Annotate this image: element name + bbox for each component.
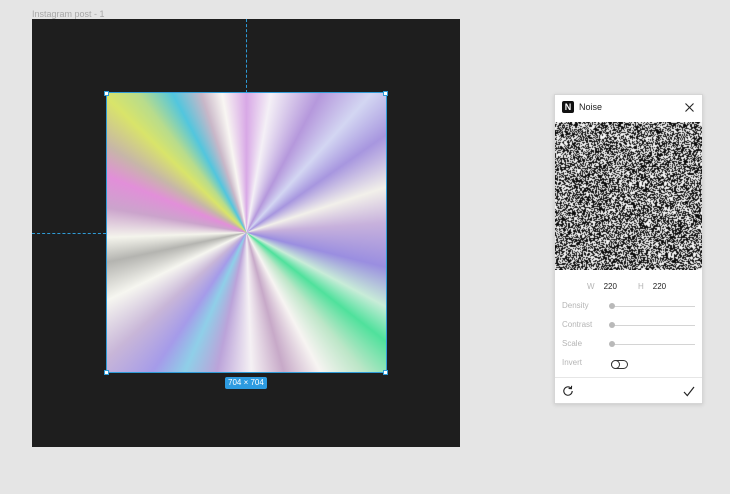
height-label: H bbox=[638, 282, 644, 291]
horizontal-guide bbox=[32, 233, 106, 234]
density-label: Density bbox=[562, 301, 589, 310]
invert-label: Invert bbox=[562, 358, 583, 367]
resize-handle-top-left[interactable] bbox=[104, 91, 109, 96]
resize-handle-bottom-left[interactable] bbox=[104, 370, 109, 375]
selected-gradient-image[interactable] bbox=[106, 92, 387, 373]
resize-handle-bottom-right[interactable] bbox=[383, 370, 388, 375]
height-field[interactable]: H 220 bbox=[638, 282, 666, 291]
close-icon[interactable] bbox=[684, 102, 695, 113]
invert-row: Invert bbox=[562, 357, 696, 369]
selection-size-badge: 704 × 704 bbox=[225, 377, 267, 389]
panel-title: Noise bbox=[579, 102, 603, 112]
panel-header: Noise bbox=[555, 95, 702, 121]
scale-slider-knob[interactable] bbox=[609, 341, 615, 347]
density-slider-knob[interactable] bbox=[609, 303, 615, 309]
width-value[interactable]: 220 bbox=[604, 282, 617, 291]
contrast-slider-row: Contrast bbox=[562, 319, 696, 331]
contrast-slider-knob[interactable] bbox=[609, 322, 615, 328]
height-value[interactable]: 220 bbox=[653, 282, 666, 291]
contrast-label: Contrast bbox=[562, 320, 593, 329]
noise-preview bbox=[555, 122, 702, 270]
density-slider-row: Density bbox=[562, 300, 696, 312]
resize-handle-top-right[interactable] bbox=[383, 91, 388, 96]
noise-plugin-icon bbox=[562, 101, 574, 113]
scale-label: Scale bbox=[562, 339, 583, 348]
density-slider-track[interactable] bbox=[612, 306, 695, 307]
width-label: W bbox=[587, 282, 595, 291]
contrast-slider-track[interactable] bbox=[612, 325, 695, 326]
footer-divider bbox=[555, 377, 702, 378]
invert-toggle[interactable] bbox=[611, 360, 628, 369]
reset-icon[interactable] bbox=[562, 385, 574, 397]
width-field[interactable]: W 220 bbox=[587, 282, 617, 291]
frame-label[interactable]: Instagram post - 1 bbox=[32, 9, 105, 19]
invert-toggle-knob bbox=[611, 360, 620, 369]
scale-slider-track[interactable] bbox=[612, 344, 695, 345]
scale-slider-row: Scale bbox=[562, 338, 696, 350]
checkmark-icon[interactable] bbox=[683, 386, 695, 397]
vertical-guide bbox=[246, 19, 247, 93]
noise-plugin-panel: Noise W 220 H 220 Density Contrast Scale I… bbox=[554, 94, 703, 404]
